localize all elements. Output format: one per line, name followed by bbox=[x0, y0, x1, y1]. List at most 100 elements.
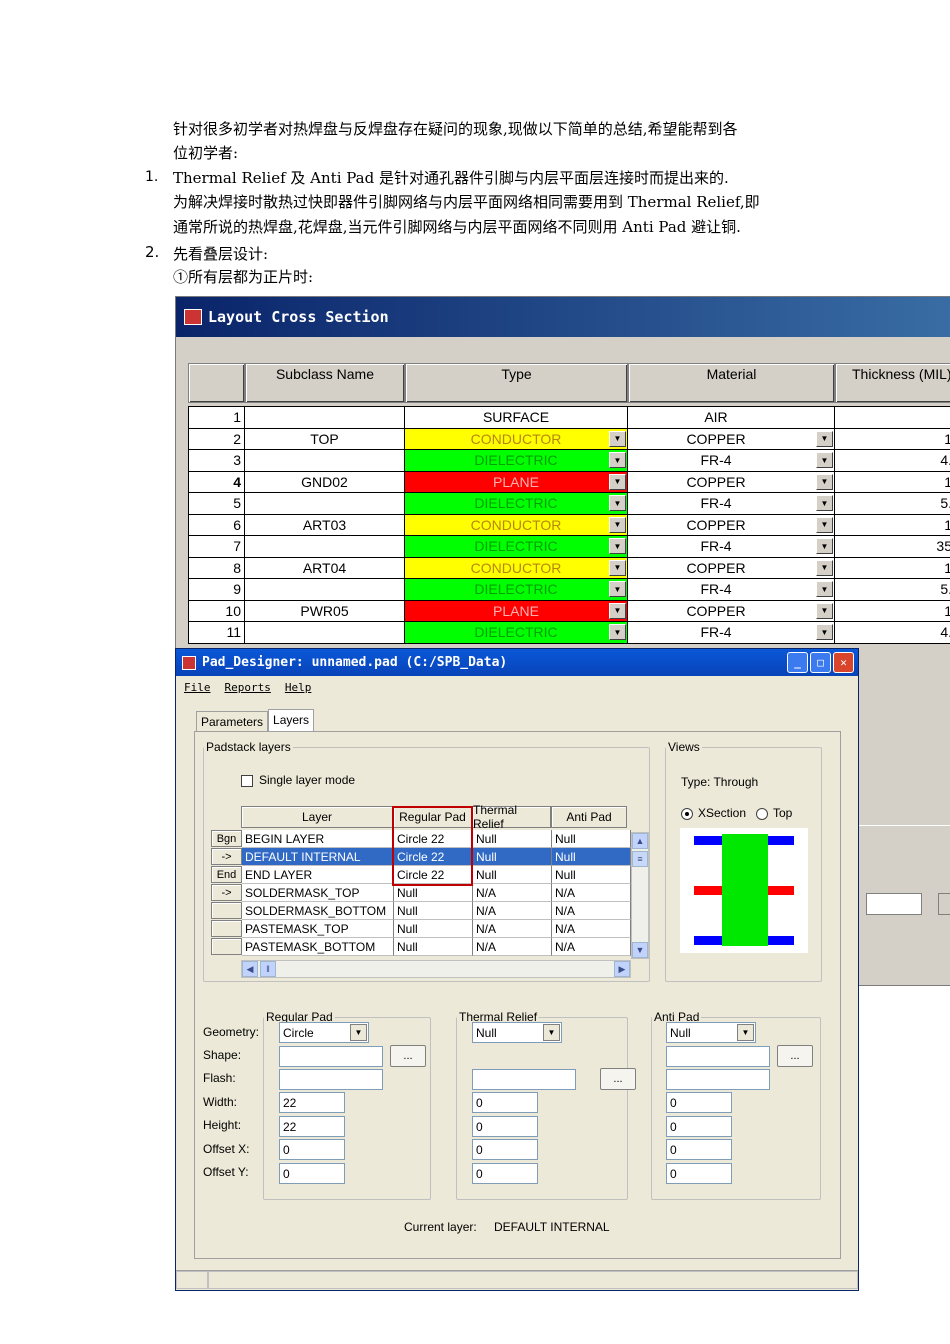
layer-type-cell[interactable]: DIELECTRIC ▼ bbox=[405, 622, 628, 643]
material-cell[interactable]: FR-4 ▼ bbox=[628, 493, 835, 514]
stackup-row[interactable]: 1 SURFACE AIR bbox=[188, 407, 950, 429]
material-cell[interactable]: FR-4 ▼ bbox=[628, 579, 835, 600]
scroll-right-icon[interactable]: ▶ bbox=[614, 961, 630, 977]
subclass-name-cell[interactable] bbox=[245, 622, 405, 643]
col-header-anti-pad[interactable]: Anti Pad bbox=[551, 806, 627, 828]
material-dropdown-icon[interactable]: ▼ bbox=[816, 473, 833, 490]
type-dropdown-icon[interactable]: ▼ bbox=[609, 516, 626, 533]
regular-offset-y-field[interactable]: 0 bbox=[279, 1163, 345, 1184]
layer-cell-thermal[interactable]: N/A bbox=[473, 938, 552, 956]
thermal-width-field[interactable]: 0 bbox=[472, 1092, 538, 1113]
thermal-flash-field[interactable] bbox=[472, 1069, 576, 1090]
subclass-name-cell[interactable] bbox=[245, 536, 405, 557]
material-dropdown-icon[interactable]: ▼ bbox=[816, 452, 833, 468]
anti-flash-field[interactable] bbox=[666, 1069, 770, 1090]
layer-type-cell[interactable]: CONDUCTOR ▼ bbox=[405, 514, 628, 535]
material-cell[interactable]: COPPER ▼ bbox=[628, 428, 835, 449]
menu-file[interactable]: File bbox=[184, 681, 211, 694]
lcs-header-material[interactable]: Material bbox=[628, 363, 835, 403]
tab-layers[interactable]: Layers bbox=[268, 709, 315, 732]
type-dropdown-icon[interactable]: ▼ bbox=[609, 624, 626, 640]
thickness-cell[interactable]: 1 bbox=[835, 471, 950, 492]
row-number-cell[interactable]: 8 bbox=[188, 557, 245, 578]
menu-help[interactable]: Help bbox=[285, 681, 312, 694]
chevron-down-icon[interactable]: ▼ bbox=[543, 1024, 560, 1041]
stackup-row[interactable]: 3 DIELECTRIC ▼ FR-4 ▼ 4. bbox=[188, 450, 950, 472]
layer-type-cell[interactable]: SURFACE bbox=[405, 407, 628, 428]
thickness-cell[interactable]: 1 bbox=[835, 600, 950, 621]
layer-row[interactable]: SOLDERMASK_BOTTOM Null N/A N/A bbox=[211, 902, 631, 920]
scroll-up-icon[interactable]: ▲ bbox=[632, 833, 648, 849]
material-dropdown-icon[interactable]: ▼ bbox=[816, 559, 833, 576]
hscroll-thumb[interactable]: ‖ bbox=[260, 961, 276, 977]
layer-row-button[interactable] bbox=[211, 920, 242, 937]
subclass-name-cell[interactable] bbox=[245, 450, 405, 471]
material-cell[interactable]: COPPER ▼ bbox=[628, 471, 835, 492]
row-number-cell[interactable]: 5 bbox=[188, 493, 245, 514]
close-icon[interactable]: ✕ bbox=[833, 652, 854, 673]
layer-row-button[interactable]: -> bbox=[211, 848, 242, 865]
thickness-cell[interactable] bbox=[835, 407, 950, 428]
top-radio[interactable] bbox=[756, 808, 768, 820]
layer-type-cell[interactable]: PLANE ▼ bbox=[405, 600, 628, 621]
material-cell[interactable]: FR-4 ▼ bbox=[628, 450, 835, 471]
row-number-cell[interactable]: 11 bbox=[188, 622, 245, 643]
layer-cell-thermal[interactable]: N/A bbox=[473, 920, 552, 938]
regular-flash-field[interactable] bbox=[279, 1069, 383, 1090]
material-cell[interactable]: COPPER ▼ bbox=[628, 514, 835, 535]
xsection-radio[interactable] bbox=[681, 808, 693, 820]
layer-row-button[interactable]: -> bbox=[211, 884, 242, 901]
material-dropdown-icon[interactable]: ▼ bbox=[816, 516, 833, 533]
layer-row-button[interactable] bbox=[211, 938, 242, 955]
thickness-cell[interactable]: 5. bbox=[835, 493, 950, 514]
regular-width-field[interactable]: 22 bbox=[279, 1092, 345, 1113]
thermal-offset-x-field[interactable]: 0 bbox=[472, 1139, 538, 1160]
layer-cell-layer[interactable]: BEGIN LAYER bbox=[242, 830, 394, 848]
thickness-cell[interactable]: 1 bbox=[835, 428, 950, 449]
type-dropdown-icon[interactable]: ▼ bbox=[609, 538, 626, 554]
row-number-cell[interactable]: 9 bbox=[188, 579, 245, 600]
col-header-thermal-relief[interactable]: Thermal Relief bbox=[472, 803, 551, 831]
subclass-name-cell[interactable] bbox=[245, 493, 405, 514]
maximize-icon[interactable]: □ bbox=[810, 652, 831, 673]
horizontal-scrollbar[interactable]: ◀ ‖ ▶ bbox=[241, 960, 631, 978]
stackup-row[interactable]: 7 DIELECTRIC ▼ FR-4 ▼ 35 bbox=[188, 536, 950, 558]
stackup-row[interactable]: 9 DIELECTRIC ▼ FR-4 ▼ 5. bbox=[188, 579, 950, 601]
layer-cell-layer[interactable]: DEFAULT INTERNAL bbox=[242, 848, 394, 866]
thickness-cell[interactable]: 1 bbox=[835, 557, 950, 578]
layer-type-cell[interactable]: CONDUCTOR ▼ bbox=[405, 557, 628, 578]
subclass-name-cell[interactable] bbox=[245, 407, 405, 428]
layer-cell-thermal[interactable]: Null bbox=[473, 866, 552, 884]
thermal-offset-y-field[interactable]: 0 bbox=[472, 1163, 538, 1184]
lcs-button[interactable] bbox=[938, 893, 950, 915]
single-layer-mode-checkbox[interactable] bbox=[241, 775, 253, 787]
material-dropdown-icon[interactable]: ▼ bbox=[816, 602, 833, 619]
scroll-thumb[interactable]: ≡ bbox=[632, 851, 648, 867]
layer-cell-layer[interactable]: SOLDERMASK_TOP bbox=[242, 884, 394, 902]
row-number-cell[interactable]: 3 bbox=[188, 450, 245, 471]
layer-row-button[interactable] bbox=[211, 902, 242, 919]
layer-type-cell[interactable]: PLANE ▼ bbox=[405, 471, 628, 492]
regular-geometry-select[interactable]: Circle ▼ bbox=[279, 1022, 369, 1043]
row-number-cell[interactable]: 7 bbox=[188, 536, 245, 557]
layer-cell-anti[interactable]: Null bbox=[552, 848, 631, 866]
lcs-header-subclass[interactable]: Subclass Name bbox=[245, 363, 405, 403]
layer-row-button[interactable]: Bgn bbox=[211, 830, 242, 847]
chevron-down-icon[interactable]: ▼ bbox=[737, 1024, 754, 1041]
regular-height-field[interactable]: 22 bbox=[279, 1116, 345, 1137]
scroll-left-icon[interactable]: ◀ bbox=[242, 961, 258, 977]
scroll-down-icon[interactable]: ▼ bbox=[632, 942, 648, 958]
layer-type-cell[interactable]: DIELECTRIC ▼ bbox=[405, 450, 628, 471]
anti-shape-field[interactable] bbox=[666, 1046, 770, 1067]
stackup-row[interactable]: 10 PWR05 PLANE ▼ COPPER ▼ 1 bbox=[188, 600, 950, 622]
material-cell[interactable]: FR-4 ▼ bbox=[628, 622, 835, 643]
layer-cell-reg[interactable]: Null bbox=[394, 884, 473, 902]
stackup-row[interactable]: 11 DIELECTRIC ▼ FR-4 ▼ 4. bbox=[188, 622, 950, 644]
layer-cell-layer[interactable]: PASTEMASK_BOTTOM bbox=[242, 938, 394, 956]
thermal-height-field[interactable]: 0 bbox=[472, 1116, 538, 1137]
material-dropdown-icon[interactable]: ▼ bbox=[816, 538, 833, 554]
thermal-flash-browse-button[interactable]: ... bbox=[600, 1068, 636, 1090]
stackup-row[interactable]: 2 TOP CONDUCTOR ▼ COPPER ▼ 1 bbox=[188, 428, 950, 450]
chevron-down-icon[interactable]: ▼ bbox=[350, 1024, 367, 1041]
layer-cell-reg[interactable]: Null bbox=[394, 938, 473, 956]
